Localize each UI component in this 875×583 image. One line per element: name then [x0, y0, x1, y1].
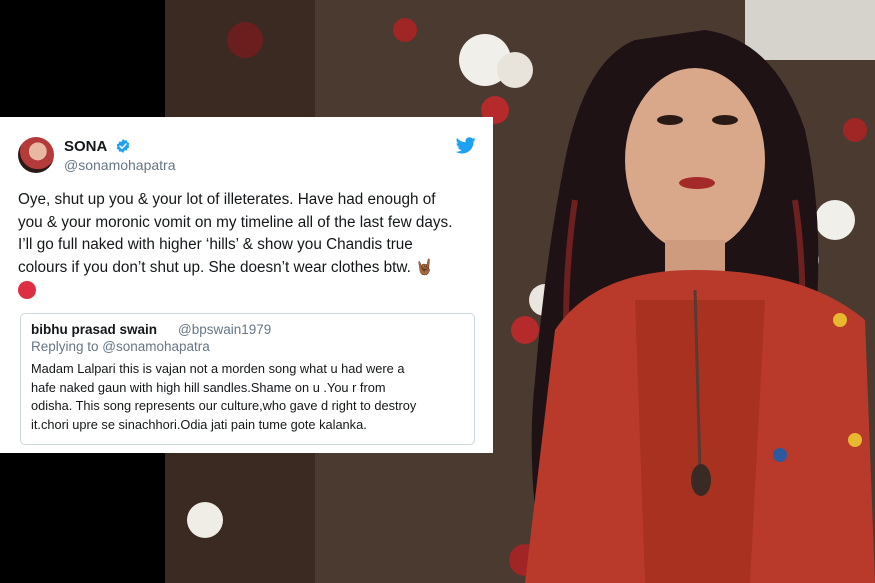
tweet-text-line: Oye, shut up you & your lot of illeterat…: [18, 191, 436, 208]
tweet-text-line-content: colours if you don’t shut up. She doesn’…: [18, 258, 411, 276]
quoted-text-line: it.chori upre se sinachhori.Odia jati pa…: [31, 417, 367, 433]
quoted-handle: @bpswain1979: [178, 322, 272, 337]
quoted-display-name: bibhu prasad swain: [31, 322, 158, 337]
replying-to: Replying to @sonamohapatra: [31, 339, 210, 354]
tweet-card: SONA @sonamohapatra Oye, shut up you & y…: [0, 117, 493, 453]
quoted-text-line: Madam Lalpari this is vajan not a morden…: [31, 361, 405, 376]
twitter-bird-icon[interactable]: [456, 137, 476, 154]
reply-prefix: Replying to: [31, 339, 103, 354]
quoted-tweet[interactable]: bibhu prasad swain @bpswain1979 Replying…: [20, 313, 475, 445]
tweet-text-line: you & your moronic vomit on my timeline …: [18, 213, 453, 231]
tweet-text-line: I’ll go full naked with higher ‘hills’ &…: [18, 236, 413, 253]
tweet-text: Oye, shut up you & your lot of illeterat…: [18, 189, 488, 302]
quoted-text-line: hafe naked gaun with high hill sandles.S…: [31, 379, 386, 395]
display-name[interactable]: SONA: [64, 138, 107, 155]
verified-badge-icon: [116, 139, 130, 153]
rock-hand-emoji: 🤘🏾: [415, 258, 434, 276]
quoted-text-line: odisha. This song represents our culture…: [31, 398, 417, 414]
quoted-text: Madam Lalpari this is vajan not a morden…: [31, 360, 471, 435]
tweet-text-line: colours if you don’t shut up. She doesn’…: [18, 257, 488, 280]
handle[interactable]: @sonamohapatra: [64, 157, 176, 173]
avatar[interactable]: [18, 137, 54, 173]
tweet-text-line: [18, 279, 488, 302]
reply-to-handle[interactable]: @sonamohapatra: [102, 339, 210, 354]
red-circle-emoji: [18, 281, 36, 300]
